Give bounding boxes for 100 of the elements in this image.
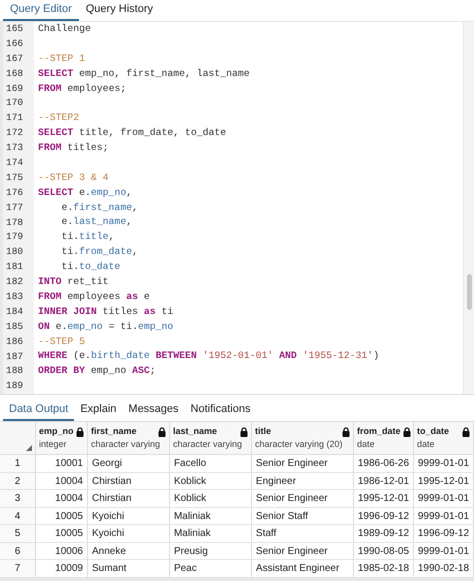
table-cell: Engineer — [252, 472, 354, 489]
row-number: 3 — [0, 490, 36, 506]
code-line: ti.from_date, — [60, 246, 138, 258]
line-number: 168 — [5, 66, 24, 81]
code-line: FROM titles; — [38, 142, 109, 153]
line-number: 182 — [5, 275, 24, 290]
line-number: 180 — [5, 245, 24, 260]
code-line: WHERE (e.birth_date BETWEEN '1952-01-01' AND '1955-12-31') — [38, 350, 380, 362]
line-number: 187 — [5, 350, 24, 364]
column-name: from_date — [357, 425, 401, 438]
row-number: 4 — [0, 508, 36, 524]
editor-tab[interactable]: Query History — [78, 0, 160, 21]
table-cell: 10004 — [36, 472, 88, 489]
table-cell: Senior Engineer — [252, 455, 354, 472]
code-line: ti.title, — [60, 231, 114, 242]
table-cell: 1985-02-18 — [354, 560, 414, 576]
line-number: 186 — [5, 334, 24, 349]
line-number: 171 — [5, 111, 24, 126]
line-number: 174 — [5, 156, 24, 170]
line-number: 169 — [5, 82, 24, 96]
code-line: SELECT e.emp_no, — [38, 186, 132, 198]
table-cell: 9999-01-01 — [414, 490, 474, 506]
code-line: INTO ret_tit — [38, 276, 109, 287]
table-cell: 9999-01-01 — [414, 542, 474, 559]
code-line: SELECT emp_no, first_name, last_name — [38, 68, 250, 79]
line-number: 181 — [5, 260, 24, 274]
code-line: --STEP 1 — [38, 52, 86, 64]
line-number: 183 — [5, 290, 24, 304]
table-cell: 10005 — [36, 525, 88, 542]
table-cell: 1995-12-01 — [414, 472, 474, 489]
table-cell: 1986-06-26 — [354, 455, 414, 472]
table-cell: Anneke — [88, 542, 170, 559]
output-tab[interactable]: Notifications — [184, 399, 256, 421]
output-tab[interactable]: Explain — [74, 399, 122, 421]
table-cell: 10009 — [36, 560, 88, 576]
table-cell: Preusig — [170, 542, 252, 559]
column-name: last_name — [173, 425, 218, 438]
table-cell: Sumant — [88, 560, 170, 576]
table-cell: Senior Engineer — [252, 490, 354, 506]
output-tab[interactable]: Messages — [122, 399, 185, 421]
line-number: 189 — [5, 379, 24, 394]
line-number: 173 — [5, 141, 24, 156]
line-number: 184 — [5, 304, 24, 319]
column-header[interactable]: first_name character varying — [88, 422, 170, 454]
table-cell: Chirstian — [88, 472, 170, 489]
table-cell: 9999-01-01 — [414, 508, 474, 524]
row-number: 5 — [0, 525, 36, 542]
column-type: character varying — [91, 438, 160, 451]
row-number: 2 — [0, 472, 36, 489]
line-number: 185 — [5, 320, 24, 334]
line-number: 167 — [5, 52, 24, 66]
line-number: 165 — [5, 22, 24, 36]
table-cell: 10001 — [36, 455, 88, 472]
table-cell: 1996-09-12 — [414, 525, 474, 542]
column-header[interactable]: last_name character varying — [170, 422, 252, 454]
column-type: character varying (20) — [255, 438, 343, 451]
table-cell: Kyoichi — [88, 508, 170, 524]
table-cell: Koblick — [170, 472, 252, 489]
code-line: FROM employees as e — [38, 290, 150, 302]
line-number: 179 — [5, 230, 24, 244]
table-cell: 10004 — [36, 490, 88, 506]
table-cell: Koblick — [170, 490, 252, 506]
column-header[interactable]: from_date date — [354, 422, 414, 454]
row-number: 7 — [0, 560, 36, 576]
code-line: FROM employees; — [38, 82, 126, 94]
column-header[interactable]: emp_no integer — [36, 422, 88, 454]
table-cell: 1990-08-05 — [354, 542, 414, 559]
table-cell: Maliniak — [170, 525, 252, 542]
column-header[interactable]: title character varying (20) — [252, 422, 354, 454]
code-line: INNER JOIN titles as ti — [38, 306, 174, 317]
column-name: emp_no — [39, 425, 74, 438]
line-number: 172 — [5, 126, 24, 140]
sort-triangle-icon — [26, 445, 32, 451]
code-line: --STEP 3 & 4 — [38, 172, 109, 183]
table-cell: 1996-09-12 — [354, 508, 414, 524]
code-line: e.last_name, — [60, 216, 132, 228]
code-line: --STEP2 — [38, 112, 80, 124]
table-cell: 1986-12-01 — [354, 472, 414, 489]
row-number: 1 — [0, 455, 36, 472]
scrollbar-thumb[interactable] — [466, 274, 472, 310]
column-name: title — [255, 425, 272, 438]
column-type: integer — [39, 438, 67, 451]
column-type: date — [357, 438, 375, 451]
line-number: 166 — [5, 36, 24, 51]
column-type: date — [417, 438, 435, 451]
line-number: 170 — [5, 96, 24, 110]
column-header[interactable]: to_date date — [414, 422, 474, 454]
code-line: ON e.emp_no = ti.emp_no — [38, 320, 174, 332]
table-cell: 1990-02-18 — [414, 560, 474, 576]
column-name: first_name — [91, 425, 137, 438]
line-number: 178 — [5, 216, 24, 230]
line-number: 177 — [5, 200, 24, 215]
column-name: to_date — [417, 425, 450, 438]
table-cell: 1995-12-01 — [354, 490, 414, 506]
code-line: ti.to_date — [60, 261, 120, 272]
table-cell: Georgi — [88, 455, 170, 472]
code-line: --STEP 5 — [38, 336, 86, 347]
code-line: e.first_name, — [60, 202, 138, 212]
line-number: 175 — [5, 170, 24, 185]
line-number: 188 — [5, 364, 24, 378]
